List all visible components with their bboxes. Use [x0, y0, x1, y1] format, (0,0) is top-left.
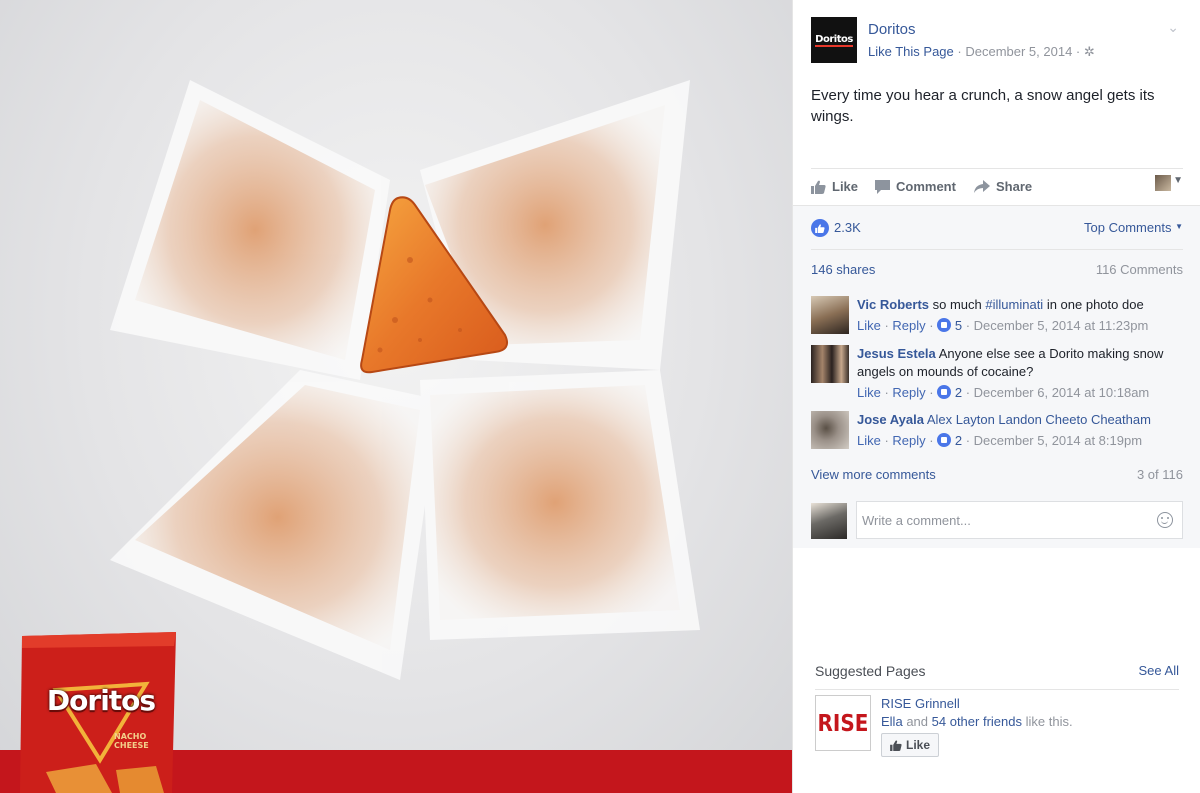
post-meta: Like This Page · December 5, 2014 · ✲ [868, 44, 1095, 60]
comment-composer [811, 501, 1183, 541]
commenter-name[interactable]: Jesus Estela [857, 346, 936, 361]
like-button[interactable]: Like [811, 179, 858, 194]
caret-down-icon: ▼ [1175, 222, 1183, 231]
like-page-button[interactable]: Like [881, 733, 940, 757]
like-reaction-icon [811, 219, 829, 237]
shares-row: 146 shares 116 Comments [811, 249, 1183, 289]
comment-date[interactable]: December 5, 2014 at 11:23pm [974, 318, 1149, 333]
commenter-avatar[interactable] [811, 296, 849, 334]
page-avatar[interactable]: Doritos [811, 17, 857, 63]
like-count[interactable]: 2.3K [834, 220, 861, 235]
suffix-text: like this. [1025, 714, 1073, 729]
post-date[interactable]: December 5, 2014 [965, 44, 1072, 59]
likes-row: 2.3K Top Comments ▼ [811, 218, 1183, 238]
like-button-label: Like [906, 738, 931, 752]
page-name-link[interactable]: Doritos [868, 21, 916, 38]
see-all-link[interactable]: See All [1139, 663, 1179, 678]
doritos-bag: Doritos NACHO CHEESE [16, 632, 182, 793]
comment-button[interactable]: Comment [875, 179, 956, 194]
suggested-pages-title: Suggested Pages [815, 663, 926, 679]
comment-like-count[interactable]: 5 [955, 318, 962, 333]
like-page-link[interactable]: Like This Page [868, 44, 954, 59]
like-reaction-icon [937, 318, 952, 332]
avatar-logo-text: Doritos [815, 33, 853, 47]
thumbs-up-icon [890, 740, 902, 751]
post-action-bar: Like Comment Share ▼ [811, 168, 1183, 204]
share-button[interactable]: Share [974, 179, 1032, 194]
comment-date[interactable]: December 6, 2014 at 10:18am [974, 385, 1150, 400]
comment-meta: Like · Reply · 2 · December 5, 2014 at 8… [857, 433, 1143, 448]
bag-flavor-line-2: CHEESE [114, 741, 149, 750]
comment-like-link[interactable]: Like [857, 433, 881, 448]
like-reaction-icon [937, 385, 952, 399]
post-photo[interactable]: Doritos NACHO CHEESE [0, 0, 792, 793]
suggested-page-social-context: Ella and 54 other friends like this. [881, 714, 1073, 729]
logo-text: RISE [817, 709, 869, 737]
comment-like-count[interactable]: 2 [955, 385, 962, 400]
like-reaction-icon [937, 433, 952, 447]
comment-count: 116 Comments [1095, 262, 1183, 277]
feedback-section: 2.3K Top Comments ▼ 146 shares 116 Comme… [793, 205, 1200, 548]
connector-text: and [906, 714, 929, 729]
share-label: Share [996, 179, 1033, 194]
comment-meta: Like · Reply · 5 · December 5, 2014 at 1… [857, 318, 1149, 333]
shares-link[interactable]: 146 shares [811, 262, 875, 277]
comment-like-link[interactable]: Like [857, 385, 881, 400]
post-sidebar: Doritos Doritos Like This Page · Decembe… [792, 0, 1200, 793]
comment-text: so much [932, 297, 986, 312]
commenter-avatar[interactable] [811, 345, 849, 383]
friend-name-link[interactable]: Ella [881, 714, 903, 729]
comment-pager: 3 of 116 [1136, 467, 1183, 482]
sort-label: Top Comments [1084, 220, 1172, 235]
caret-down-icon[interactable]: ▼ [1173, 175, 1183, 186]
wing-lower-right [430, 385, 680, 620]
hashtag-link[interactable]: #illuminati [985, 297, 1043, 312]
post-header: Doritos Doritos Like This Page · Decembe… [811, 17, 1191, 63]
posting-as-avatar[interactable] [1155, 175, 1171, 191]
comment-reply-link[interactable]: Reply [892, 433, 925, 448]
comment-reply-link[interactable]: Reply [892, 318, 925, 333]
comment-meta: Like · Reply · 2 · December 6, 2014 at 1… [857, 385, 1150, 400]
top-comments-dropdown[interactable]: Top Comments ▼ [1084, 220, 1183, 235]
view-more-comments-link[interactable]: View more comments [811, 467, 936, 482]
comment-date[interactable]: December 5, 2014 at 8:19pm [974, 433, 1142, 448]
comment-label: Comment [896, 179, 956, 194]
thumbs-up-icon [811, 180, 826, 194]
share-arrow-icon [974, 179, 990, 193]
commenter-avatar[interactable] [811, 411, 849, 449]
like-label: Like [832, 179, 859, 194]
chevron-down-icon[interactable]: ⌄ [1167, 19, 1179, 36]
comment-input[interactable] [856, 501, 1183, 539]
commenter-name[interactable]: Jose Ayala [857, 412, 924, 427]
post-message: Every time you hear a crunch, a snow ang… [811, 87, 1155, 125]
public-globe-icon: ✲ [1083, 44, 1095, 59]
user-avatar[interactable] [811, 503, 847, 539]
bag-flavor-line-1: NACHO [114, 732, 147, 741]
other-friends-link[interactable]: 54 other friends [932, 714, 1022, 729]
bag-flavor-label: NACHO CHEESE [114, 732, 164, 750]
divider [815, 689, 1179, 690]
commenter-name[interactable]: Vic Roberts [857, 297, 929, 312]
comment-text: in one photo doe [1043, 297, 1144, 312]
comment-icon [875, 179, 890, 194]
comment-like-count[interactable]: 2 [955, 433, 962, 448]
comment-like-link[interactable]: Like [857, 318, 881, 333]
comment-reply-link[interactable]: Reply [892, 385, 925, 400]
suggested-page-name[interactable]: RISE Grinnell [881, 696, 960, 711]
suggested-page-logo[interactable]: RISE [815, 695, 871, 751]
emoji-icon[interactable] [1157, 512, 1173, 528]
bag-brand-logo: Doritos [46, 684, 156, 717]
tagged-friends-link[interactable]: Alex Layton Landon Cheeto Cheatham [927, 412, 1151, 427]
meta-separator: · [1075, 44, 1084, 59]
